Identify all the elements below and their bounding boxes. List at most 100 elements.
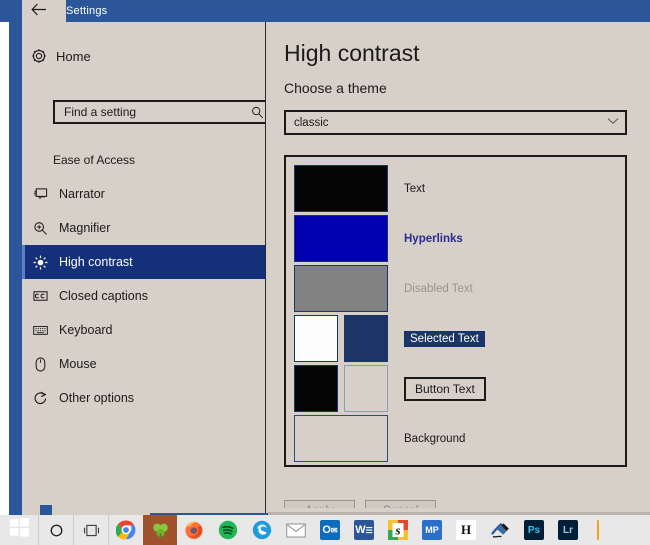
- start-button[interactable]: [0, 515, 38, 545]
- sidebar-nav: Narrator Magnifier Hig: [22, 177, 265, 415]
- sidebar-item-mouse[interactable]: Mouse: [22, 347, 265, 381]
- swatch-row-text: Text: [294, 165, 425, 212]
- button-text-chip: Button Text: [404, 377, 486, 401]
- gear-icon: [22, 48, 56, 64]
- word-icon: W☰: [354, 520, 374, 540]
- keyboard-icon: [22, 325, 59, 336]
- photoshop-button[interactable]: Ps: [517, 515, 551, 545]
- page-title: High contrast: [284, 40, 420, 67]
- mail-button[interactable]: [279, 515, 313, 545]
- sidebar-item-other-options[interactable]: Other options: [22, 381, 265, 415]
- back-button[interactable]: [30, 3, 48, 19]
- sidebar-item-high-contrast[interactable]: High contrast: [22, 245, 265, 279]
- window-title: Settings: [66, 3, 107, 19]
- signature-pen-button[interactable]: [483, 515, 517, 545]
- sidebar-item-other-options-label: Other options: [59, 391, 134, 405]
- settings-window-screenshot: Settings Home Ease of Access: [0, 0, 650, 545]
- partial-app-button[interactable]: [585, 515, 599, 545]
- swatch-row-background: Background: [294, 415, 465, 462]
- sidebar-item-narrator[interactable]: Narrator: [22, 177, 265, 211]
- swatch-button-text-fg[interactable]: [294, 365, 338, 412]
- edge-button[interactable]: [245, 515, 279, 545]
- cortana-search-icon: [49, 523, 64, 538]
- taskbar: O✉ W☰ s MP H: [0, 515, 650, 545]
- edge-icon: [252, 520, 272, 540]
- movie-maker-icon: MP: [422, 520, 442, 540]
- mail-icon: [286, 523, 306, 538]
- sidebar-item-home[interactable]: Home: [22, 42, 265, 70]
- swatch-row-hyperlinks: Hyperlinks: [294, 215, 463, 262]
- firefox-icon: [184, 520, 204, 540]
- task-view-icon: [83, 524, 100, 537]
- mouse-icon: [22, 357, 59, 372]
- swatch-row-disabled-text: Disabled Text: [294, 265, 473, 312]
- theme-select[interactable]: classic: [284, 110, 627, 135]
- theme-preview-panel: Text Hyperlinks Disabled Text Selected T…: [284, 155, 627, 467]
- swatch-row-selected-text: Selected Text: [294, 315, 485, 362]
- sidebar-item-magnifier[interactable]: Magnifier: [22, 211, 265, 245]
- sidebar-item-magnifier-label: Magnifier: [59, 221, 110, 235]
- closed-captions-icon: [22, 290, 59, 302]
- swatch-caption-disabled-text: Disabled Text: [404, 283, 473, 295]
- other-options-icon: [22, 391, 59, 406]
- desktop-left-strip: [0, 0, 9, 515]
- windows-start-icon: [10, 518, 29, 542]
- high-contrast-icon: [22, 255, 59, 270]
- swatch-button-text-bg[interactable]: [344, 365, 388, 412]
- svg-text:s: s: [394, 523, 400, 538]
- sidebar-item-keyboard-label: Keyboard: [59, 323, 113, 337]
- swatch-selected-text-fg[interactable]: [294, 315, 338, 362]
- sidebar-item-closed-captions[interactable]: Closed captions: [22, 279, 265, 313]
- sidebar-item-closed-captions-label: Closed captions: [59, 289, 148, 303]
- lightroom-button[interactable]: Lr: [551, 515, 585, 545]
- chrome-icon: [116, 520, 136, 540]
- signature-pen-icon: [491, 522, 510, 539]
- movie-maker-button[interactable]: MP: [415, 515, 449, 545]
- task-view-button[interactable]: [74, 515, 108, 545]
- h-app-icon: H: [456, 520, 476, 540]
- word-button[interactable]: W☰: [347, 515, 381, 545]
- fourshared-button[interactable]: [143, 515, 177, 545]
- window-artifact-left: [40, 505, 52, 515]
- swatch-text[interactable]: [294, 165, 388, 212]
- chrome-button[interactable]: [109, 515, 143, 545]
- swatch-background[interactable]: [294, 415, 388, 462]
- swatch-caption-background: Background: [404, 433, 465, 445]
- swatch-hyperlinks[interactable]: [294, 215, 388, 262]
- fourshared-icon: [151, 521, 170, 540]
- lightroom-icon: Lr: [558, 520, 578, 540]
- sidebar-item-home-label: Home: [56, 49, 91, 64]
- swatch-caption-text: Text: [404, 183, 425, 195]
- snagit-icon: s: [388, 520, 408, 540]
- photoshop-icon: Ps: [524, 520, 544, 540]
- swatch-disabled-text[interactable]: [294, 265, 388, 312]
- swatch-caption-button-text: Button Text: [404, 377, 486, 401]
- firefox-button[interactable]: [177, 515, 211, 545]
- h-app-button[interactable]: H: [449, 515, 483, 545]
- outlook-button[interactable]: O✉: [313, 515, 347, 545]
- outlook-icon: O✉: [320, 520, 340, 540]
- swatch-row-button-text: Button Text: [294, 365, 486, 412]
- sidebar-item-keyboard[interactable]: Keyboard: [22, 313, 265, 347]
- back-arrow-icon: [31, 3, 47, 16]
- selected-text-chip: Selected Text: [404, 331, 485, 347]
- theme-select-value: classic: [286, 117, 601, 129]
- spotify-button[interactable]: [211, 515, 245, 545]
- spotify-icon: [218, 520, 238, 540]
- cortana-search-button[interactable]: [39, 515, 73, 545]
- sidebar-item-narrator-label: Narrator: [59, 187, 105, 201]
- window-left-border: [9, 0, 22, 515]
- chevron-down-icon: [601, 117, 625, 128]
- snagit-button[interactable]: s: [381, 515, 415, 545]
- partial-app-icon: [597, 520, 599, 540]
- swatch-selected-text-bg[interactable]: [344, 315, 388, 362]
- sidebar-group-header: Ease of Access: [53, 153, 135, 167]
- choose-theme-label: Choose a theme: [284, 80, 387, 96]
- sidebar-item-high-contrast-label: High contrast: [59, 255, 133, 269]
- search-input[interactable]: [55, 104, 246, 120]
- main-pane: High contrast Choose a theme classic Tex…: [266, 22, 650, 515]
- magnifier-icon: [22, 221, 59, 236]
- search-box[interactable]: [53, 100, 270, 124]
- sidebar-item-mouse-label: Mouse: [59, 357, 97, 371]
- sidebar: Home Ease of Access Narrator: [22, 22, 265, 515]
